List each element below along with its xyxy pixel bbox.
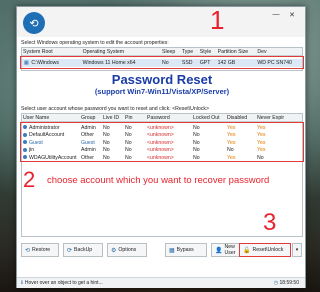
column-header[interactable]: Partition Size bbox=[217, 49, 257, 55]
options-button[interactable]: ⚙ Options bbox=[107, 243, 147, 257]
banner-subtitle: (support Win7-Win11/Vista/XP/Server) bbox=[94, 87, 230, 96]
column-header[interactable]: Pin bbox=[124, 115, 146, 121]
column-header[interactable]: Password bbox=[146, 115, 192, 121]
backup-icon: ⟳ bbox=[67, 247, 73, 254]
column-header[interactable]: Type bbox=[181, 49, 199, 55]
column-header[interactable]: Never Expire bbox=[256, 115, 284, 121]
banner-title: Password Reset bbox=[111, 72, 213, 87]
reset-options-dropdown[interactable]: ▾ bbox=[292, 243, 302, 257]
column-header[interactable]: User Name bbox=[22, 115, 80, 121]
systems-section-label: Select Windows operating system to edit … bbox=[21, 40, 169, 46]
column-header[interactable]: System Root bbox=[22, 49, 82, 55]
bypass-button[interactable]: ▦ Bypass bbox=[165, 243, 207, 257]
annotation-instruction: choose account which you want to recover… bbox=[47, 175, 270, 186]
status-time: ◷ 18:59:50 bbox=[273, 280, 299, 286]
app-logo-icon: ⟲ bbox=[23, 12, 45, 34]
reset-unlock-icon: 🔓 bbox=[243, 247, 251, 254]
chevron-down-icon: ▾ bbox=[295, 247, 299, 253]
annotation-number-3: 3 bbox=[263, 209, 277, 236]
annotation-number-1: 1 bbox=[210, 5, 225, 35]
gear-icon: ⚙ bbox=[111, 247, 117, 254]
minimize-button[interactable]: — bbox=[269, 11, 283, 18]
column-header[interactable]: Disabled bbox=[226, 115, 256, 121]
status-hint: Hover over an object to get a hint... bbox=[24, 280, 103, 286]
accounts-section-label: Select user account whose password you w… bbox=[21, 106, 209, 112]
close-button[interactable]: ✕ bbox=[285, 11, 299, 19]
backup-button[interactable]: ⟳ BackUp bbox=[63, 243, 103, 257]
accounts-grid-header: User Name Group Live ID Pin Password Loc… bbox=[22, 114, 302, 122]
column-header[interactable]: Style bbox=[199, 49, 217, 55]
restore-button[interactable]: ⟲ Restore bbox=[21, 243, 59, 257]
column-header[interactable]: Locked Out bbox=[192, 115, 226, 121]
column-header[interactable]: Live ID bbox=[102, 115, 124, 121]
new-user-icon: 👤 bbox=[215, 247, 223, 254]
title-bar: ⟲ — ✕ bbox=[17, 7, 305, 37]
info-icon: ℹ bbox=[21, 280, 23, 286]
accounts-highlight bbox=[20, 122, 304, 162]
reset-unlock-button[interactable]: 🔓 Reset\Unlock bbox=[239, 243, 291, 257]
column-header[interactable]: Dev bbox=[256, 49, 302, 55]
column-header[interactable]: Operating System bbox=[82, 49, 161, 55]
systems-grid-header: System Root Operating System Sleep Type … bbox=[22, 48, 302, 56]
status-bar: ℹ Hover over an object to get a hint... … bbox=[17, 277, 305, 288]
annotation-number-2: 2 bbox=[23, 167, 36, 192]
system-row-highlight bbox=[20, 56, 304, 69]
column-header[interactable]: Sleep bbox=[161, 49, 181, 55]
restore-icon: ⟲ bbox=[25, 247, 31, 254]
bypass-icon: ▦ bbox=[169, 247, 175, 254]
column-header[interactable]: Group bbox=[80, 115, 102, 121]
app-window: ⟲ — ✕ 1 Select Windows operating system … bbox=[16, 5, 306, 288]
